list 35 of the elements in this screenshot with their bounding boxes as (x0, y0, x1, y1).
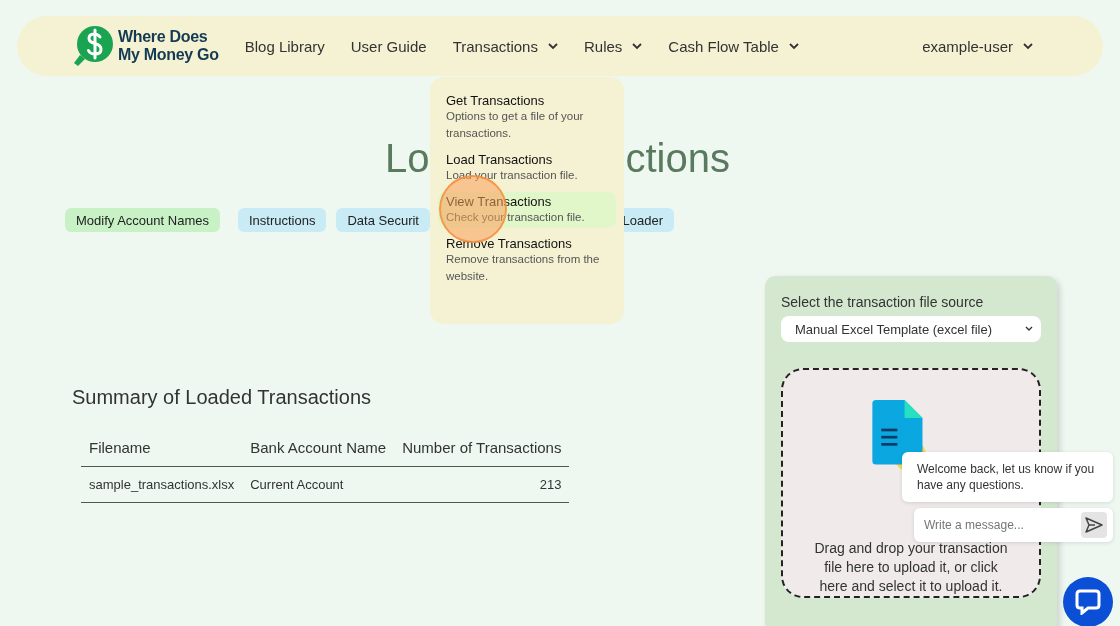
logo-text[interactable]: My Money Go (118, 46, 219, 64)
caret-icon (1025, 326, 1033, 332)
menu-item[interactable]: Get Transactions Options to get a file of your transactions. (438, 91, 616, 144)
nav-link[interactable]: Blog Library (244, 37, 325, 55)
menu-item[interactable]: View Transactions Check your transaction file. (438, 192, 616, 228)
source-dropdown[interactable]: Manual Excel Template (excel file) (781, 316, 1041, 342)
tab[interactable]: Modify Account Names (65, 208, 220, 232)
user-menu[interactable]: example-user (922, 37, 1033, 55)
send-icon[interactable] (1081, 512, 1107, 538)
field-label: Select the transaction file source (781, 294, 985, 310)
column-header: Number of Transactions (394, 433, 570, 467)
menu-item[interactable]: Remove Transactions Remove transactions from the website. (438, 234, 616, 287)
nav-link[interactable]: Cash Flow Table (668, 37, 799, 55)
logo-text[interactable]: Where Does (118, 28, 219, 46)
chat-input[interactable]: Write a message... (914, 508, 1113, 542)
dollar-magnifier-icon[interactable] (72, 25, 114, 67)
menu-item[interactable]: Load Transactions Load your transaction file. (438, 150, 616, 186)
table-cell: sample_transactions.xlsx (81, 466, 243, 503)
message-field[interactable]: Write a message... (922, 517, 1081, 533)
section-heading: Summary of Loaded Transactions (72, 386, 373, 409)
table-cell: 213 (394, 466, 570, 503)
nav-link[interactable]: Transactions (452, 37, 558, 55)
nav-link[interactable]: Rules (583, 37, 643, 55)
column-header: Filename (81, 433, 243, 467)
table-cell: Current Account (242, 466, 395, 503)
chat-launcher[interactable] (1063, 577, 1113, 626)
nav-link[interactable]: User Guide (350, 37, 427, 55)
tab[interactable]: Instructions (237, 208, 327, 232)
chat-message: Welcome back, let us know if you have any questions. (902, 452, 1113, 502)
page-title: ctions (625, 135, 730, 182)
tab[interactable]: Data Securit (336, 208, 430, 232)
page-title: Lo (385, 135, 430, 182)
column-header: Bank Account Name (242, 433, 395, 467)
drop-instructions: Drag and drop your transaction file here to upload it, or click here and select it to upload it. (813, 539, 1009, 596)
chat-bubble-icon (1075, 589, 1101, 615)
